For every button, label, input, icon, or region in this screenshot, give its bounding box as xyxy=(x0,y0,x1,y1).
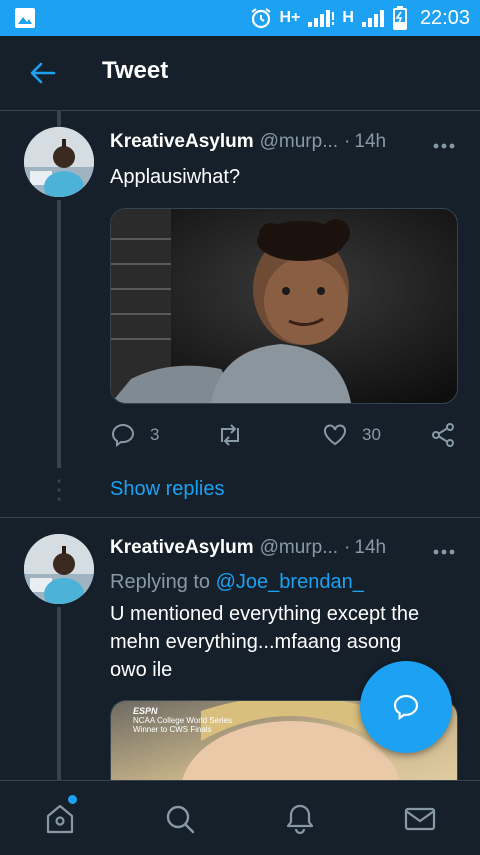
back-button[interactable] xyxy=(28,60,58,86)
tweet-time: 14h xyxy=(354,537,387,558)
separator-dot: · xyxy=(344,537,351,558)
tweet-text-line: mehn everything...mfaang asong xyxy=(110,631,402,653)
tweet-text: Applausiwhat? xyxy=(110,166,241,188)
home-notification-dot xyxy=(68,795,77,804)
share-action[interactable] xyxy=(430,422,456,448)
signal-icon xyxy=(308,10,335,27)
replying-to: Replying to @Joe_brendan_ xyxy=(110,571,364,594)
tweet-header: KreativeAsylum @murp... · 14h xyxy=(110,537,386,559)
tweet-photo[interactable] xyxy=(110,208,458,404)
heart-icon xyxy=(324,424,346,446)
thread-continuation-dots xyxy=(57,478,61,504)
replying-to-label: Replying to xyxy=(110,571,211,593)
reply-count: 3 xyxy=(150,425,160,444)
thread-line xyxy=(57,200,61,468)
avatar[interactable] xyxy=(24,127,94,197)
display-name[interactable]: KreativeAsylum xyxy=(110,537,254,559)
reply-bubble-icon xyxy=(393,694,419,721)
tweet-divider xyxy=(0,517,480,518)
show-replies-link[interactable]: Show replies xyxy=(110,478,225,501)
more-dots-icon xyxy=(433,549,455,555)
media-caption-logo: ESPN xyxy=(133,706,158,716)
media-caption-line: NCAA College World Series xyxy=(133,716,233,725)
separator-dot: · xyxy=(344,131,351,152)
battery-charging-icon xyxy=(392,6,407,30)
reply-icon xyxy=(111,423,135,447)
tweet-time: 14h xyxy=(354,131,387,152)
signal-icon-2 xyxy=(361,10,384,27)
media-caption-line: Winner to CWS Finals xyxy=(133,725,212,734)
more-options-button[interactable] xyxy=(432,138,456,149)
media-caption: ESPN NCAA College World Series Winner to… xyxy=(133,706,233,735)
arrow-left-icon xyxy=(30,62,56,84)
thread-line-top xyxy=(57,111,61,127)
thread-line xyxy=(57,607,61,780)
status-bar: H+ H 22:03 xyxy=(0,0,480,36)
tweet-text-line: U mentioned everything except the xyxy=(110,603,420,625)
more-options-button[interactable] xyxy=(432,544,456,555)
compose-reply-button[interactable] xyxy=(360,661,452,753)
nav-search[interactable] xyxy=(162,801,198,837)
more-dots-icon xyxy=(433,143,455,149)
display-name[interactable]: KreativeAsylum xyxy=(110,131,254,153)
top-app-bar: Tweet xyxy=(0,36,480,111)
notifications-bell-icon xyxy=(286,804,314,835)
nav-notifications[interactable] xyxy=(282,801,318,837)
user-handle[interactable]: @murp... xyxy=(260,537,338,559)
nav-home[interactable] xyxy=(42,801,78,837)
nav-messages[interactable] xyxy=(402,801,438,837)
reply-action[interactable]: 3 xyxy=(110,422,159,448)
network-type-2: H xyxy=(342,9,354,26)
messages-envelope-icon xyxy=(404,807,436,831)
network-type-1: H+ xyxy=(279,9,301,26)
like-action[interactable]: 30 xyxy=(322,422,381,448)
alarm-icon xyxy=(251,8,272,29)
home-icon xyxy=(46,804,74,834)
status-clock: 22:03 xyxy=(419,6,470,29)
user-handle[interactable]: @murp... xyxy=(260,131,338,153)
share-icon xyxy=(432,423,454,447)
bottom-navigation xyxy=(0,780,480,855)
search-icon xyxy=(166,805,195,834)
retweet-action[interactable] xyxy=(216,422,244,448)
tweet-header: KreativeAsylum @murp... · 14h xyxy=(110,131,386,153)
gallery-notification-icon xyxy=(14,7,36,34)
like-count: 30 xyxy=(362,425,381,444)
page-title: Tweet xyxy=(102,57,169,84)
mention-link[interactable]: @Joe_brendan_ xyxy=(216,571,364,593)
avatar[interactable] xyxy=(24,534,94,604)
retweet-icon xyxy=(221,424,239,446)
